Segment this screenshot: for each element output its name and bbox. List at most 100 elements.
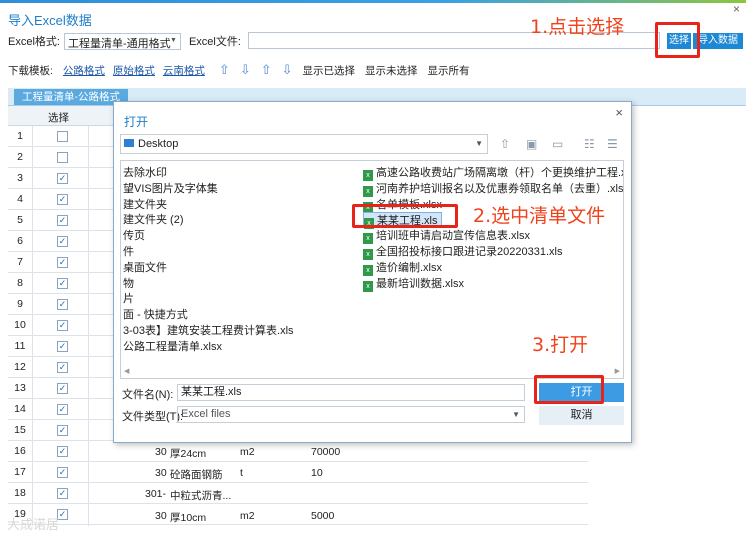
file-item[interactable]: x 造价编制.xlsx bbox=[363, 260, 442, 276]
file-item[interactable]: 去除水印 bbox=[123, 165, 167, 181]
highlight-select-button bbox=[655, 22, 700, 58]
row19-qty: 5000 bbox=[311, 510, 335, 522]
excel-file-icon: x bbox=[363, 264, 373, 276]
dialog-close-icon[interactable]: × bbox=[615, 105, 623, 120]
template-link-highway[interactable]: 公路格式 bbox=[63, 63, 105, 78]
row-checkbox[interactable]: ✓ bbox=[57, 341, 68, 352]
table-row[interactable]: 16 ✓ bbox=[8, 441, 588, 462]
file-item-label: 高速公路收费站广场隔离墩（杆）个更换维护工程.xls bbox=[376, 167, 624, 179]
row-checkbox[interactable] bbox=[57, 131, 68, 142]
row19-unit: m2 bbox=[240, 510, 255, 522]
move-bottom-icon[interactable]: ⇩ bbox=[282, 63, 293, 77]
file-item[interactable]: x 河南养护培训报名以及优惠券领取名单（去重）.xlsx bbox=[363, 181, 623, 197]
row18-code: 301- bbox=[145, 488, 167, 500]
table-row[interactable]: 18 ✓ bbox=[8, 483, 588, 504]
file-item[interactable]: x 高速公路收费站广场隔离墩（杆）个更换维护工程.xls bbox=[363, 165, 624, 181]
show-all-button[interactable]: 显示所有 bbox=[428, 63, 470, 78]
row-checkbox[interactable]: ✓ bbox=[57, 467, 68, 478]
row-checkbox[interactable]: ✓ bbox=[57, 299, 68, 310]
file-item[interactable]: 建文件夹 (2) bbox=[123, 212, 184, 228]
row-checkbox[interactable]: ✓ bbox=[57, 236, 68, 247]
row-number: 16 bbox=[14, 445, 26, 457]
row-checkbox[interactable]: ✓ bbox=[57, 320, 68, 331]
file-item[interactable]: x 全国招投标接口跟进记录20220331.xls bbox=[363, 244, 562, 260]
row16-qty: 70000 bbox=[311, 446, 341, 458]
row-number: 18 bbox=[14, 487, 26, 499]
table-row[interactable]: 17 ✓ bbox=[8, 462, 588, 483]
row-number: 11 bbox=[14, 340, 26, 352]
grid-header: 选择 bbox=[8, 106, 118, 126]
move-up-icon[interactable]: ⇧ bbox=[261, 63, 272, 77]
new-folder-icon[interactable]: ▭ bbox=[552, 137, 563, 151]
page-title: 导入Excel数据 bbox=[8, 13, 92, 28]
row-checkbox[interactable]: ✓ bbox=[57, 404, 68, 415]
file-item[interactable]: 件 bbox=[123, 244, 134, 260]
move-down-icon[interactable]: ⇩ bbox=[240, 63, 251, 77]
up-folder-icon[interactable]: ⇧ bbox=[500, 137, 510, 151]
file-item[interactable]: 片 bbox=[123, 291, 134, 307]
format-row: Excel格式: 工程量清单-通用格式 ▼ Excel文件: bbox=[8, 32, 241, 50]
list-view-icon[interactable]: ☷ bbox=[584, 137, 595, 151]
file-item[interactable]: x 培训班申请启动宣传信息表.xlsx bbox=[363, 228, 530, 245]
filetype-select[interactable]: Excel files ▼ bbox=[177, 406, 525, 423]
template-link-yunnan[interactable]: 云南格式 bbox=[163, 63, 205, 78]
desktop-icon[interactable]: ▣ bbox=[526, 137, 537, 151]
row-number: 6 bbox=[17, 235, 23, 247]
row-number: 7 bbox=[17, 256, 23, 268]
file-item[interactable]: 望VIS图片及字体集 bbox=[123, 181, 218, 197]
filename-input[interactable]: 某某工程.xls bbox=[177, 384, 525, 401]
chevron-down-icon: ▼ bbox=[170, 36, 177, 44]
filetype-label: 文件类型(T): bbox=[122, 411, 184, 423]
row-checkbox[interactable]: ✓ bbox=[57, 257, 68, 268]
file-item-label: 全国招投标接口跟进记录20220331.xls bbox=[376, 246, 563, 258]
annotation-step3: 3.打开 bbox=[532, 334, 589, 356]
row-checkbox[interactable]: ✓ bbox=[57, 362, 68, 373]
row-number: 3 bbox=[17, 172, 23, 184]
row17-unit: t bbox=[240, 467, 243, 479]
table-row[interactable]: 19 ✓ bbox=[8, 504, 588, 525]
file-item-label: 造价编制.xlsx bbox=[376, 261, 442, 274]
file-item[interactable]: 传页 bbox=[123, 228, 145, 244]
window-close-icon[interactable]: × bbox=[733, 2, 740, 16]
row-checkbox[interactable]: ✓ bbox=[57, 383, 68, 394]
file-item[interactable]: 3-03表】建筑安装工程费计算表.xls bbox=[123, 323, 294, 339]
excel-file-icon: x bbox=[363, 185, 373, 197]
template-label: 下载模板: bbox=[8, 64, 53, 77]
file-item[interactable]: x 最新培训数据.xlsx bbox=[363, 276, 464, 292]
row-checkbox[interactable]: ✓ bbox=[57, 446, 68, 457]
filetype-value: Excel files bbox=[181, 408, 231, 420]
location-value: Desktop bbox=[138, 138, 179, 150]
location-select[interactable]: Desktop ▼ bbox=[120, 134, 488, 154]
scroll-left-icon[interactable]: ◀ bbox=[124, 367, 129, 375]
row-number: 17 bbox=[14, 466, 26, 478]
excel-file-icon: x bbox=[363, 249, 373, 260]
row-checkbox[interactable]: ✓ bbox=[57, 173, 68, 184]
file-item[interactable]: 公路工程量清单.xlsx bbox=[123, 339, 222, 355]
row-checkbox[interactable]: ✓ bbox=[57, 488, 68, 499]
file-item[interactable]: 物 bbox=[123, 276, 134, 292]
row17-qty: 10 bbox=[311, 467, 323, 479]
show-unselected-button[interactable]: 显示未选择 bbox=[365, 63, 418, 78]
format-select[interactable]: 工程量清单-通用格式 ▼ bbox=[63, 32, 181, 50]
row-checkbox[interactable]: ✓ bbox=[57, 278, 68, 289]
import-data-button[interactable]: 导入数据 bbox=[693, 33, 743, 49]
details-view-icon[interactable]: ☰ bbox=[607, 137, 618, 151]
row17-name: 砼路面钢筋 bbox=[170, 469, 223, 481]
template-link-original[interactable]: 原始格式 bbox=[113, 63, 155, 78]
sheet-tab[interactable]: 工程量清单-公路格式 bbox=[14, 89, 128, 105]
row-number: 9 bbox=[17, 298, 23, 310]
format-label: Excel格式: bbox=[8, 36, 60, 48]
cancel-button[interactable]: 取消 bbox=[539, 406, 624, 425]
move-top-icon[interactable]: ⇧ bbox=[219, 63, 230, 77]
file-item[interactable]: 桌面文件 bbox=[123, 260, 167, 276]
row-checkbox[interactable]: ✓ bbox=[57, 425, 68, 436]
show-selected-button[interactable]: 显示已选择 bbox=[303, 63, 356, 78]
file-item[interactable]: 建文件夹 bbox=[123, 197, 167, 213]
annotation-step1: 1.点击选择 bbox=[530, 16, 625, 38]
file-item[interactable]: 面 - 快捷方式 bbox=[123, 307, 188, 323]
row-checkbox[interactable] bbox=[57, 152, 68, 163]
row-number: 1 bbox=[17, 130, 23, 142]
row-checkbox[interactable]: ✓ bbox=[57, 215, 68, 226]
row-checkbox[interactable]: ✓ bbox=[57, 194, 68, 205]
scroll-right-icon[interactable]: ▶ bbox=[615, 367, 620, 375]
